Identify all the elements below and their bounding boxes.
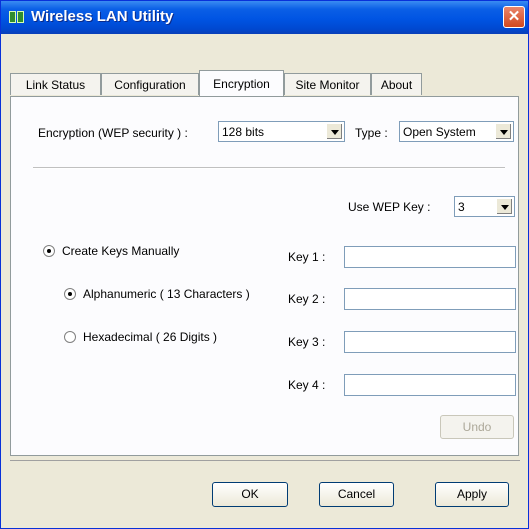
encryption-panel: Encryption (WEP security ) : 128 bits Ty… (10, 96, 519, 456)
chevron-down-icon[interactable] (496, 198, 513, 215)
divider (10, 460, 520, 461)
hexadecimal-label: Hexadecimal ( 26 Digits ) (83, 330, 218, 344)
use-wep-key-label: Use WEP Key : (348, 200, 431, 214)
tab-encryption[interactable]: Encryption (199, 70, 284, 96)
auth-type-value: Open System (403, 125, 476, 139)
chevron-down-icon[interactable] (326, 123, 343, 140)
alphanumeric-radio[interactable] (64, 288, 76, 300)
type-label: Type : (355, 126, 388, 140)
chevron-down-icon[interactable] (495, 123, 512, 140)
key-2-input[interactable] (344, 288, 516, 310)
key-1-input[interactable] (344, 246, 516, 268)
tab-label: About (380, 78, 413, 92)
use-wep-key-select[interactable]: 3 (454, 196, 515, 217)
key-1-label: Key 1 : (288, 250, 326, 264)
tab-label: Site Monitor (295, 78, 360, 92)
undo-button[interactable]: Undo (440, 415, 514, 439)
key-4-label: Key 4 : (288, 378, 326, 392)
create-keys-manually-label: Create Keys Manually (62, 244, 180, 258)
tab-label: Encryption (213, 77, 270, 91)
tab-label: Configuration (114, 78, 186, 92)
app-window: Wireless LAN Utility ✕ Link Status Confi… (0, 0, 529, 529)
tab-link-status[interactable]: Link Status (10, 73, 101, 95)
title-bar[interactable]: Wireless LAN Utility ✕ (1, 1, 528, 34)
key-3-input[interactable] (344, 331, 516, 353)
close-icon: ✕ (507, 8, 521, 25)
app-icon (9, 10, 27, 24)
close-button[interactable]: ✕ (503, 6, 525, 28)
apply-button[interactable]: Apply (435, 482, 509, 507)
wep-security-value: 128 bits (222, 125, 265, 139)
alphanumeric-label: Alphanumeric ( 13 Characters ) (83, 287, 250, 301)
auth-type-select[interactable]: Open System (399, 121, 514, 142)
hexadecimal-radio[interactable] (64, 331, 76, 343)
use-wep-key-value: 3 (458, 200, 465, 214)
wep-security-select[interactable]: 128 bits (218, 121, 345, 142)
tab-about[interactable]: About (371, 73, 422, 95)
ok-button[interactable]: OK (212, 482, 288, 507)
wep-security-label: Encryption (WEP security ) : (38, 126, 188, 140)
tab-label: Link Status (25, 78, 86, 92)
window-title: Wireless LAN Utility (31, 8, 174, 25)
tab-site-monitor[interactable]: Site Monitor (284, 73, 371, 95)
create-keys-manually-radio[interactable] (43, 245, 55, 257)
tab-configuration[interactable]: Configuration (101, 73, 199, 95)
key-3-label: Key 3 : (288, 335, 326, 349)
divider (33, 167, 505, 169)
key-2-label: Key 2 : (288, 292, 326, 306)
cancel-button[interactable]: Cancel (319, 482, 394, 507)
key-4-input[interactable] (344, 374, 516, 396)
